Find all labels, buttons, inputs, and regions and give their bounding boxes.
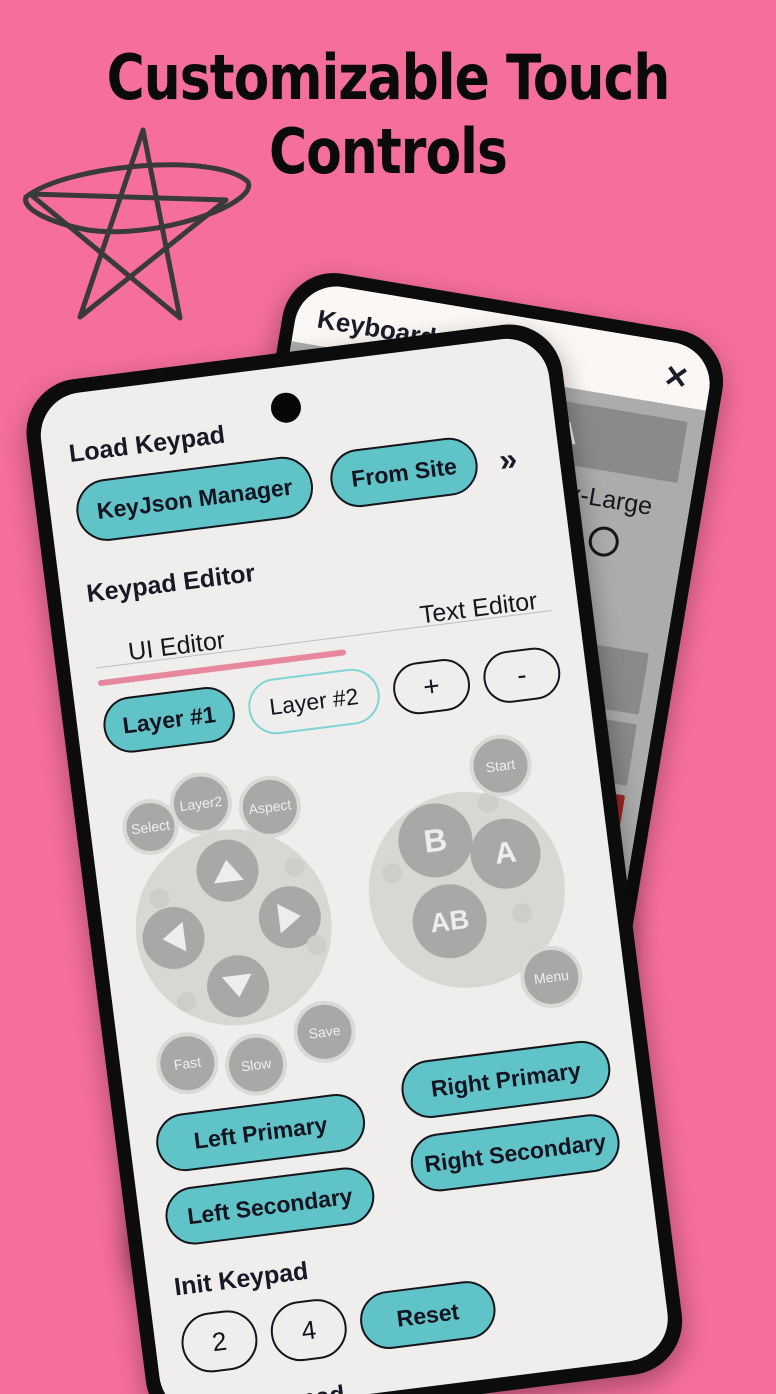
gamepad-preview[interactable]: Select Layer2 Aspect Fast Slow Save B A … bbox=[110, 724, 608, 1109]
arrow-up-icon bbox=[211, 857, 244, 884]
gamepad-button-fast[interactable]: Fast bbox=[152, 1028, 222, 1098]
front-phone-screen: Load Keypad KeyJson Manager From Site » … bbox=[35, 333, 673, 1394]
reset-button[interactable]: Reset bbox=[356, 1277, 499, 1353]
keypad-editor-page: Load Keypad KeyJson Manager From Site » … bbox=[36, 334, 673, 1394]
init-value-2-button[interactable]: 2 bbox=[178, 1306, 261, 1376]
tab-ui-editor[interactable]: UI Editor bbox=[127, 626, 227, 667]
from-site-button[interactable]: From Site bbox=[326, 434, 482, 511]
layer-2-button[interactable]: Layer #2 bbox=[244, 665, 383, 738]
arrow-left-icon bbox=[160, 921, 187, 955]
gamepad-button-slow[interactable]: Slow bbox=[221, 1029, 291, 1100]
close-icon[interactable]: ✕ bbox=[661, 359, 691, 396]
tab-text-editor[interactable]: Text Editor bbox=[418, 587, 539, 631]
arrow-down-icon bbox=[221, 973, 255, 1000]
page-title: Customizable Touch Controls bbox=[0, 41, 776, 188]
poster-canvas: Customizable Touch Controls Keyboard Set… bbox=[0, 0, 776, 1394]
headline-line-1: Customizable Touch bbox=[106, 41, 671, 114]
left-secondary-button[interactable]: Left Secondary bbox=[162, 1164, 378, 1248]
init-value-4-button[interactable]: 4 bbox=[267, 1295, 351, 1365]
left-assign-column: Left Primary Left Secondary bbox=[152, 1090, 378, 1248]
layer-1-button[interactable]: Layer #1 bbox=[100, 683, 239, 756]
headline-line-2: Controls bbox=[269, 114, 508, 188]
arrow-right-icon bbox=[277, 900, 303, 934]
expand-chevrons-icon[interactable]: » bbox=[497, 440, 519, 479]
layer-add-button[interactable]: + bbox=[389, 656, 473, 718]
keyjson-manager-button[interactable]: KeyJson Manager bbox=[72, 453, 317, 545]
gamepad-button-save[interactable]: Save bbox=[289, 997, 360, 1067]
gamepad-button-start[interactable]: Start bbox=[465, 730, 536, 801]
star-doodle bbox=[8, 112, 258, 332]
radio-icon[interactable] bbox=[585, 524, 621, 559]
right-secondary-button[interactable]: Right Secondary bbox=[407, 1110, 623, 1195]
layer-remove-button[interactable]: - bbox=[480, 644, 564, 706]
